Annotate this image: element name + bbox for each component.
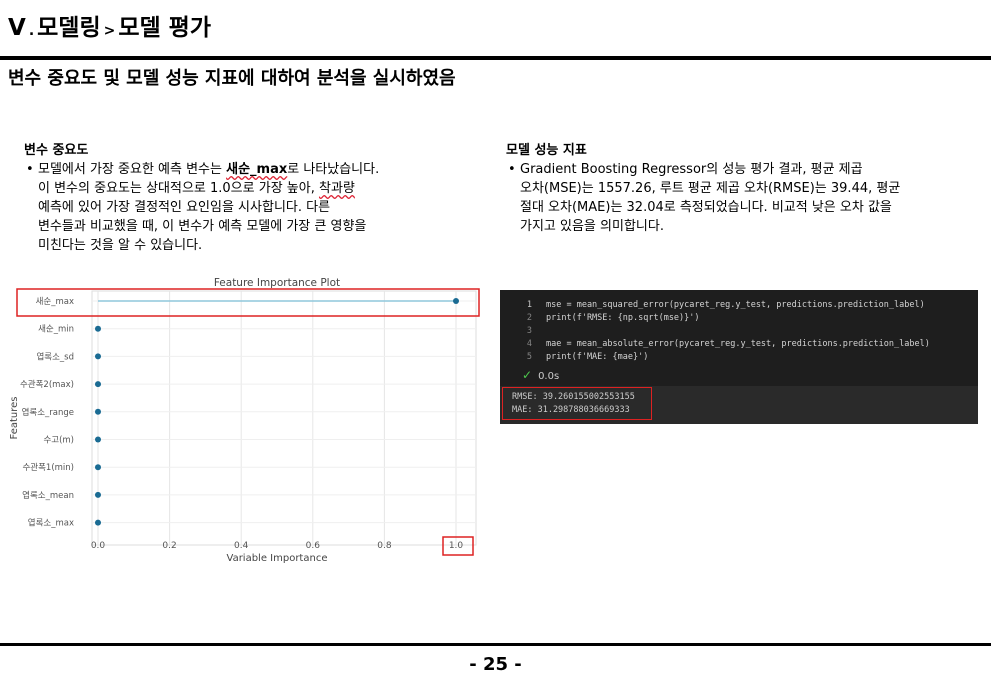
code-text: mae = mean_absolute_error(pycaret_reg.y_… bbox=[546, 339, 930, 349]
text-segment: 로 나타났습니다. bbox=[287, 162, 380, 177]
y-tick-label: 엽록소_sd bbox=[36, 351, 74, 362]
x-tick-label: 0.0 bbox=[91, 541, 106, 551]
y-tick-label: 수고(m) bbox=[43, 436, 74, 446]
text-segment: 가지고 있음을 의미합니다. bbox=[520, 219, 664, 234]
top-feature-name: 새순_max bbox=[226, 162, 288, 177]
page-title: Ⅴ. 모델링 > 모델 평가 bbox=[8, 8, 211, 42]
subtitle: 변수 중요도 및 모델 성능 지표에 대하여 분석을 실시하였음 bbox=[8, 68, 456, 89]
code-text: print(f'RMSE: {np.sqrt(mse)}') bbox=[546, 313, 700, 323]
y-tick-label: 엽록소_max bbox=[28, 518, 74, 529]
feature-importance-heading: 변수 중요도 bbox=[24, 143, 89, 158]
top-divider bbox=[0, 56, 991, 60]
code-line: 2 print(f'RMSE: {np.sqrt(mse)}') bbox=[500, 312, 700, 325]
line-number: 4 bbox=[526, 339, 532, 349]
x-tick-label: 1.0 bbox=[449, 541, 464, 551]
y-tick-label: 수관폭2(max) bbox=[20, 379, 74, 390]
line-number: 5 bbox=[526, 352, 532, 362]
text-segment: 미친다는 것을 알 수 있습니다. bbox=[38, 238, 203, 253]
code-cell[interactable]: 1 mse = mean_squared_error(pycaret_reg.y_… bbox=[500, 290, 978, 424]
page-number: - 25 - bbox=[469, 654, 522, 675]
y-tick-label: 엽록소_mean bbox=[22, 490, 74, 501]
data-point bbox=[95, 491, 101, 498]
line-number: 3 bbox=[526, 326, 532, 336]
model-metrics-list: Gradient Boosting Regressor의 성능 평가 결과, 평… bbox=[506, 160, 976, 236]
data-point bbox=[95, 436, 101, 443]
y-tick-label: 새순_max bbox=[36, 297, 74, 307]
y-tick-labels: 새순_max 새순_min 엽록소_sd 수관폭2(max) 엽록소_range 수고(m… bbox=[20, 297, 74, 529]
data-point bbox=[95, 408, 101, 415]
text-segment: 착과량 bbox=[318, 181, 355, 196]
data-point bbox=[95, 353, 101, 360]
model-metrics-bullet: Gradient Boosting Regressor의 성능 평가 결과, 평… bbox=[508, 160, 976, 236]
section-name: 모델링 bbox=[37, 15, 101, 41]
page-title-text: 모델 평가 bbox=[118, 15, 212, 41]
code-line: 1 mse = mean_squared_error(pycaret_reg.y_… bbox=[500, 299, 925, 312]
check-icon: ✓ bbox=[522, 368, 533, 382]
chapter-number: Ⅴ bbox=[8, 15, 26, 41]
data-point bbox=[453, 298, 459, 304]
text-segment: 절대 오차(MAE)는 32.04로 측정되었습니다. 비교적 낮은 오차 값을 bbox=[520, 200, 892, 215]
text-segment: 오차(MSE)는 1557.26, 루트 평균 제곱 오차(RMSE)는 39.… bbox=[520, 181, 901, 196]
output-highlight-box bbox=[502, 387, 652, 420]
data-point bbox=[95, 381, 101, 388]
text-segment: 이 변수의 중요도는 상대적으로 1.0으로 가장 높아, bbox=[38, 181, 319, 196]
execution-time: 0.0s bbox=[538, 371, 560, 382]
feature-importance-bullet: 모델에서 가장 중요한 예측 변수는 새순_max로 나타났습니다. 이 변수의… bbox=[26, 160, 484, 255]
y-tick-label: 수관폭1(min) bbox=[22, 462, 74, 473]
data-point bbox=[95, 464, 101, 471]
data-point bbox=[95, 519, 101, 526]
model-metrics-heading: 모델 성능 지표 bbox=[506, 143, 587, 158]
breadcrumb-arrow: > bbox=[103, 23, 116, 39]
y-tick-label: 새순_min bbox=[38, 325, 74, 335]
code-text: mse = mean_squared_error(pycaret_reg.y_t… bbox=[546, 300, 925, 310]
execution-status: ✓ 0.0s bbox=[522, 368, 559, 382]
text-segment: 변수들과 비교했을 때, 이 변수가 예측 모델에 가장 큰 영향을 bbox=[38, 219, 367, 234]
chart-title: Feature Importance Plot bbox=[214, 277, 340, 289]
text-segment: 예측에 있어 가장 결정적인 요인임을 시사합니다. 다른 bbox=[38, 200, 331, 215]
code-line: 3 bbox=[500, 325, 546, 338]
line-number: 2 bbox=[526, 313, 532, 323]
line-number: 1 bbox=[526, 300, 532, 310]
code-line: 4 mae = mean_absolute_error(pycaret_reg.y… bbox=[500, 338, 930, 351]
feature-importance-chart: Feature Importance Plot 새순_max 새순_min 엽록소_… bbox=[9, 277, 480, 564]
x-tick-label: 0.8 bbox=[377, 541, 392, 551]
data-point bbox=[95, 325, 101, 332]
feature-importance-section: 변수 중요도 모델에서 가장 중요한 예측 변수는 새순_max로 나타났습니다… bbox=[24, 141, 484, 255]
y-axis-label: Features bbox=[9, 397, 20, 440]
text-segment: Gradient Boosting Regressor의 성능 평가 결과, 평… bbox=[520, 162, 863, 177]
y-tick-label: 엽록소_range bbox=[22, 407, 74, 418]
bottom-divider bbox=[0, 643, 991, 646]
code-text: print(f'MAE: {mae}') bbox=[546, 352, 649, 362]
model-metrics-section: 모델 성능 지표 Gradient Boosting Regressor의 성능… bbox=[506, 141, 976, 236]
x-axis-label: Variable Importance bbox=[227, 553, 328, 564]
feature-importance-list: 모델에서 가장 중요한 예측 변수는 새순_max로 나타났습니다. 이 변수의… bbox=[24, 160, 484, 255]
chapter-dot: . bbox=[28, 23, 35, 39]
code-line: 5 print(f'MAE: {mae}') bbox=[500, 351, 648, 364]
x-tick-label: 0.2 bbox=[162, 541, 176, 551]
x-tick-label: 0.6 bbox=[306, 541, 321, 551]
x-tick-label: 0.4 bbox=[234, 541, 249, 551]
text-segment: 모델에서 가장 중요한 예측 변수는 bbox=[38, 162, 227, 177]
